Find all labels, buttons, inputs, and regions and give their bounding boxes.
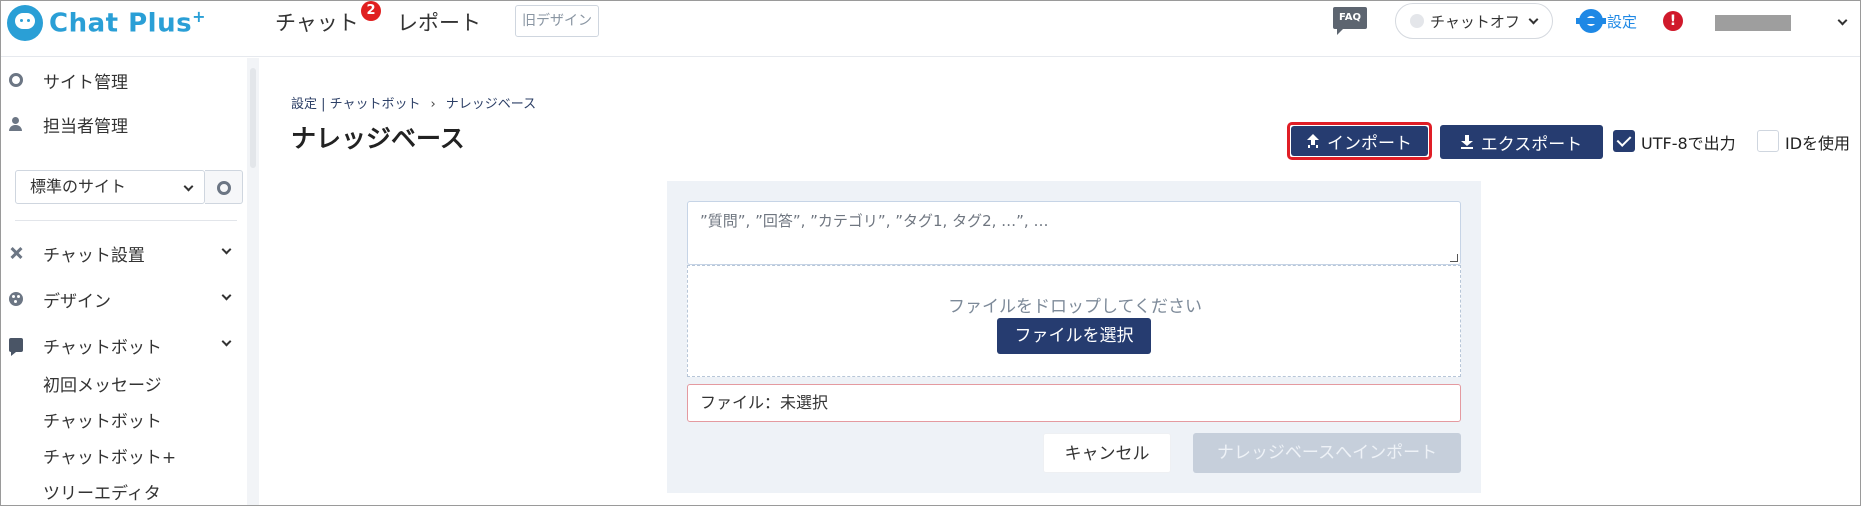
sidebar: サイト管理 担当者管理 標準のサイト チャット設置 デザイン チャットボット 初… [1,58,259,505]
app-frame: Chat Plus+ チャット 2 レポート 旧デザイン FAQ チャットオフ … [0,0,1861,506]
status-dot-icon [1410,14,1424,28]
sidebar-item-design[interactable]: デザイン [1,283,247,315]
user-icon [9,117,23,131]
breadcrumb: 設定 | チャットボット › ナレッジベース [291,93,536,112]
site-select-value: 標準のサイト [30,177,127,196]
chat-status-label: チャットオフ [1430,12,1520,31]
sidebar-subitem-chatbot[interactable]: チャットボット [43,407,162,432]
sidebar-subitem-tree-editor[interactable]: ツリーエディタ [43,479,161,504]
utf8-checkbox[interactable] [1613,130,1635,152]
chevron-down-icon [1528,14,1539,24]
file-dropzone[interactable]: ファイルをドロップしてください ファイルを選択 [687,265,1461,377]
gear-icon [1576,9,1606,33]
breadcrumb-separator: › [430,97,436,112]
account-chevron-down-icon[interactable] [1837,15,1848,26]
sidebar-item-chat-setup[interactable]: チャット設置 [1,237,247,269]
import-button[interactable]: インポート [1287,122,1432,160]
sidebar-item-label: デザイン [43,291,111,312]
nav-report[interactable]: レポート [397,7,481,37]
download-icon [1460,135,1473,149]
sidebar-item-label: 担当者管理 [43,116,128,137]
sidebar-scrollbar[interactable] [247,58,259,505]
csv-text-placeholder: ”質問”, ”回答”, ”カテゴリ”, ”タグ1, タグ2, …”, … [700,212,1049,230]
sidebar-item-label: チャットボット [43,337,162,358]
breadcrumb-root[interactable]: 設定 | チャットボット [291,97,421,112]
use-id-label: IDを使用 [1785,134,1851,153]
faq-icon[interactable]: FAQ [1333,7,1367,35]
settings-link[interactable]: 設定 [1576,9,1638,33]
sidebar-item-site-management[interactable]: サイト管理 [1,64,247,96]
chat-bubble-logo-icon [7,5,43,41]
sidebar-item-label: チャット設置 [43,245,145,266]
export-button-label: エクスポート [1480,134,1583,155]
sidebar-subitem-first-message[interactable]: 初回メッセージ [43,371,162,396]
site-select[interactable]: 標準のサイト [15,170,205,204]
use-id-checkbox[interactable] [1757,130,1779,152]
chat-count-badge: 2 [361,1,381,21]
chat-status-dropdown[interactable]: チャットオフ [1395,3,1553,39]
tools-icon [9,246,23,260]
chevron-down-icon [183,181,194,192]
logo-text: Chat Plus+ [49,7,206,39]
file-status-field: ファイル：未選択 [687,384,1461,422]
import-panel: ”質問”, ”回答”, ”カテゴリ”, ”タグ1, タグ2, …”, … ファイ… [667,181,1481,493]
import-button-label: インポート [1327,133,1412,154]
page-title: ナレッジベース [291,124,465,153]
gear-icon [9,73,23,87]
account-name-redacted[interactable] [1715,15,1791,31]
utf8-label: UTF-8で出力 [1641,134,1736,153]
settings-label: 設定 [1607,12,1638,31]
sidebar-item-chatbot[interactable]: チャットボット [1,329,247,361]
top-header: Chat Plus+ チャット 2 レポート 旧デザイン FAQ チャットオフ … [1,1,1860,57]
chat-bubble-icon [9,338,23,356]
sidebar-divider [15,220,237,221]
palette-icon [9,292,23,306]
nav-chat[interactable]: チャット [275,7,359,37]
old-design-button[interactable]: 旧デザイン [515,5,599,37]
dropzone-text: ファイルをドロップしてください [948,297,1202,317]
resize-handle-icon[interactable] [1450,254,1458,262]
logo[interactable]: Chat Plus+ [7,5,206,41]
site-settings-gear-button[interactable] [205,170,243,204]
import-button-inner: インポート [1291,126,1428,156]
sidebar-item-staff-management[interactable]: 担当者管理 [1,108,247,140]
cancel-button[interactable]: キャンセル [1043,433,1171,473]
export-button[interactable]: エクスポート [1440,125,1603,159]
breadcrumb-current: ナレッジベース [445,97,537,112]
import-to-knowledge-base-button[interactable]: ナレッジベースへインポート [1193,433,1461,473]
csv-text-input[interactable]: ”質問”, ”回答”, ”カテゴリ”, ”タグ1, タグ2, …”, … [687,201,1461,265]
upload-icon [1307,134,1319,148]
alert-icon[interactable]: ! [1663,11,1683,31]
sidebar-item-label: サイト管理 [43,72,128,93]
select-file-button[interactable]: ファイルを選択 [997,318,1151,354]
sidebar-subitem-chatbot-plus[interactable]: チャットボット+ [43,443,176,468]
